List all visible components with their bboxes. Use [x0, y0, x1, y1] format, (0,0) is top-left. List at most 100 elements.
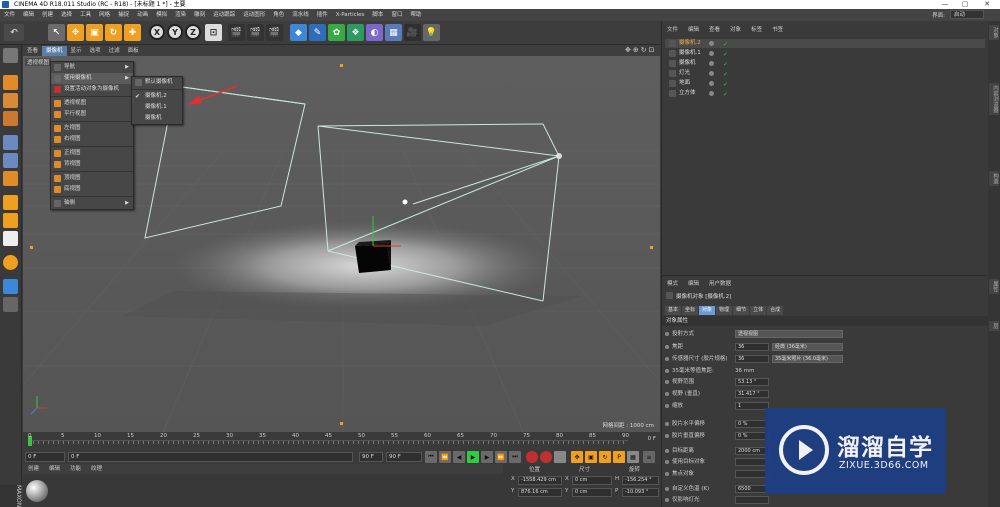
- preview-min-field[interactable]: 0 F: [68, 452, 353, 462]
- attribute-dropdown[interactable]: 透视视图: [735, 330, 843, 338]
- menu-item[interactable]: 窗口: [387, 9, 406, 21]
- points-mode-icon[interactable]: [3, 135, 18, 150]
- material-menu-item[interactable]: 创建: [23, 464, 44, 474]
- camera-submenu-item[interactable]: 默认摄像机: [132, 77, 182, 88]
- attribute-tab[interactable]: 物理: [716, 306, 733, 315]
- menu-item[interactable]: 捕捉: [114, 9, 133, 21]
- maximize-button[interactable]: ▢: [955, 0, 975, 9]
- menu-item[interactable]: 脚本: [368, 9, 387, 21]
- visibility-dot-icon[interactable]: [709, 61, 714, 66]
- undo-icon[interactable]: ↶: [4, 24, 24, 41]
- attribute-field[interactable]: 53.13 °: [735, 378, 769, 386]
- next-frame-icon[interactable]: ▶: [481, 451, 493, 463]
- tweak-mode-icon[interactable]: [3, 213, 18, 228]
- menu-item[interactable]: 文件: [0, 9, 19, 21]
- material-menu-item[interactable]: 功能: [65, 464, 86, 474]
- size-x-field[interactable]: 0 cm: [572, 476, 612, 485]
- material-menu-item[interactable]: 纹理: [86, 464, 107, 474]
- start-frame-field[interactable]: 0 F: [25, 452, 65, 462]
- right-panel-tab[interactable]: 内容浏览器: [989, 83, 999, 115]
- preview-max-field[interactable]: 90 F: [359, 452, 383, 462]
- layout-select[interactable]: 启动: [950, 10, 984, 19]
- model-mode-icon[interactable]: [3, 75, 18, 90]
- attribute-tab[interactable]: 基本: [665, 306, 682, 315]
- timeline[interactable]: 0 F 0 5 10 15 20 25 30 35 40 45 50 55 60 65 70 75 80 85 90: [23, 432, 660, 450]
- menu-item[interactable]: 选择: [57, 9, 76, 21]
- object-manager-menu-item[interactable]: 书签: [767, 25, 788, 35]
- object-row[interactable]: 摄像机 ✓: [665, 59, 985, 68]
- next-key-icon[interactable]: ⏩: [495, 451, 507, 463]
- visibility-dot-icon[interactable]: [709, 41, 714, 46]
- key-selection-icon[interactable]: [554, 451, 566, 463]
- menu-item[interactable]: 动画: [133, 9, 152, 21]
- camera-menu-item[interactable]: 导航 ▶: [51, 62, 133, 73]
- menu-item[interactable]: 雕刻: [190, 9, 209, 21]
- camera-menu-item[interactable]: 底视图: [51, 184, 133, 195]
- cube-icon[interactable]: ◆: [290, 24, 307, 41]
- make-editable-icon[interactable]: [3, 48, 18, 63]
- camera-menu-item[interactable]: 使用摄像机 ▶: [51, 73, 133, 84]
- attribute-field[interactable]: [735, 458, 769, 466]
- attribute-field[interactable]: 0 %: [735, 420, 769, 428]
- autokey-icon[interactable]: [540, 451, 552, 463]
- play-icon[interactable]: ▶: [467, 451, 479, 463]
- position-x-field[interactable]: -1558.429 cm: [518, 476, 562, 485]
- right-panel-tab[interactable]: 对象: [989, 25, 999, 40]
- animate-dot-icon[interactable]: [665, 369, 669, 373]
- texture-mode-icon[interactable]: [3, 93, 18, 108]
- attribute-preset-dropdown[interactable]: 经典 (36毫米): [772, 343, 843, 351]
- animate-dot-icon[interactable]: [665, 404, 669, 408]
- close-button[interactable]: ✕: [977, 0, 997, 9]
- layers-icon[interactable]: [3, 297, 18, 312]
- attribute-field[interactable]: 36: [735, 355, 769, 363]
- right-panel-tab[interactable]: 属性: [989, 279, 999, 294]
- axis-mode-icon[interactable]: [3, 195, 18, 210]
- visibility-dot-icon[interactable]: [709, 81, 714, 86]
- recent-tool-icon[interactable]: ✚: [124, 24, 141, 41]
- check-tag-icon[interactable]: ✓: [723, 60, 730, 68]
- perspective-viewport[interactable]: 透视视图 网格间距 : 1000 cm 导航 ▶ 使用摄像机 ▶ 设置活动对象为摄像机透…: [23, 56, 660, 432]
- object-row[interactable]: 地面 ✓: [665, 79, 985, 88]
- live-selection-icon[interactable]: ↖: [48, 24, 65, 41]
- rotation-p-field[interactable]: -10.093 °: [622, 488, 659, 497]
- menu-item[interactable]: 网格: [95, 9, 114, 21]
- camera-menu-item[interactable]: 平行视图: [51, 109, 133, 120]
- animate-dot-icon[interactable]: [665, 460, 669, 464]
- animate-dot-icon[interactable]: [665, 392, 669, 396]
- record-keys-icon[interactable]: [526, 451, 538, 463]
- attribute-menu-item[interactable]: 模式: [662, 279, 683, 289]
- camera-menu-item[interactable]: 背视图: [51, 159, 133, 170]
- position-y-field[interactable]: 876.16 cm: [518, 488, 562, 497]
- attribute-preset-dropdown[interactable]: 35毫米照片 (36.0毫米): [772, 355, 843, 363]
- attribute-field[interactable]: 2000 cm: [735, 447, 769, 455]
- attribute-menu-item[interactable]: 用户数据: [704, 279, 736, 289]
- visibility-dot-icon[interactable]: [709, 91, 714, 96]
- floor-icon[interactable]: ▦: [385, 24, 402, 41]
- attribute-field[interactable]: 1: [735, 402, 769, 410]
- menu-item[interactable]: 流水线: [288, 9, 313, 21]
- go-to-end-icon[interactable]: ⏭: [509, 451, 521, 463]
- attribute-field[interactable]: [735, 470, 769, 478]
- deformer-icon[interactable]: ◐: [366, 24, 383, 41]
- camera-submenu-item[interactable]: ✔ 摄像机.2: [132, 91, 182, 102]
- go-to-start-icon[interactable]: ⏮: [425, 451, 437, 463]
- menu-item[interactable]: X-Particles: [332, 9, 369, 21]
- camera-menu-item[interactable]: 右视图: [51, 134, 133, 145]
- attribute-field[interactable]: 36: [735, 343, 769, 351]
- rotation-h-field[interactable]: -156.254 °: [622, 476, 659, 485]
- attribute-field[interactable]: [735, 496, 769, 504]
- rotate-tool-icon[interactable]: ↻: [105, 24, 122, 41]
- camera-icon[interactable]: 🎥: [404, 24, 421, 41]
- menu-item[interactable]: 编辑: [19, 9, 38, 21]
- attribute-tab[interactable]: 对象: [699, 306, 716, 315]
- animate-dot-icon[interactable]: [665, 380, 669, 384]
- attribute-tab[interactable]: 细节: [733, 306, 750, 315]
- attribute-tab[interactable]: 坐标: [682, 306, 699, 315]
- prev-key-icon[interactable]: ⏪: [439, 451, 451, 463]
- minimize-button[interactable]: —: [935, 0, 955, 9]
- camera-submenu-item[interactable]: 摄像机.1: [132, 102, 182, 113]
- snap-icon[interactable]: [3, 231, 18, 246]
- object-row[interactable]: 立方体 ✓: [665, 89, 985, 98]
- animate-dot-icon[interactable]: [665, 487, 669, 491]
- camera-menu-item[interactable]: 轴侧 ▶: [51, 198, 133, 209]
